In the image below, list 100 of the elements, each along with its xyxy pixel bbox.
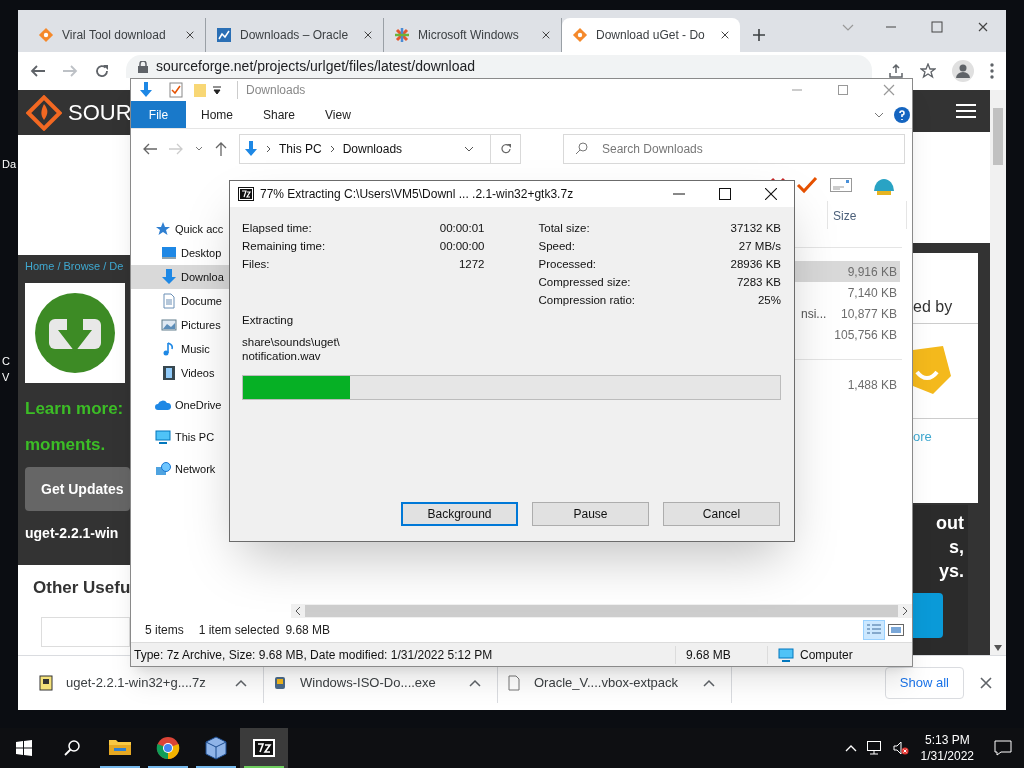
film-icon [161,365,177,381]
close-icon[interactable] [541,30,551,40]
up-arrow-icon[interactable] [215,142,227,156]
checklist-icon[interactable] [169,82,183,98]
document-icon [506,675,522,691]
promo-heading: out [935,512,965,535]
scrollbar-thumb[interactable] [993,108,1003,165]
promo-text: Learn more: [25,398,125,420]
stat-label: Compression ratio: [538,293,635,309]
caret-up-icon[interactable] [235,679,247,687]
muted-speaker-icon[interactable] [892,741,909,755]
chevron-down-icon[interactable] [874,110,884,119]
ribbon-tab[interactable]: Share [248,101,311,128]
download-arrow-icon[interactable] [139,82,153,98]
breadcrumb-item[interactable]: Downloads [342,140,403,158]
star-icon [155,221,171,237]
image-icon [161,317,177,333]
status-text: 1 item selected [198,622,280,639]
refresh-icon[interactable] [499,143,512,155]
windows-start-icon[interactable] [16,740,32,756]
address-field[interactable]: sourceforge.net/projects/urlget/files/latest/download [126,55,872,78]
dialog-button[interactable]: Pause [532,502,649,526]
address-field[interactable]: This PC Downloads [239,134,521,164]
reload-icon[interactable] [94,63,110,79]
chevron-right-icon [266,145,271,153]
horizontal-scrollbar[interactable] [291,604,912,618]
promo-text: moments. [25,434,107,456]
card-icon[interactable] [830,178,852,192]
desktop-icon-label[interactable]: Da [2,157,17,171]
scrollbar[interactable] [990,90,1006,655]
notification-icon[interactable] [994,740,1012,756]
column-header[interactable]: Size [827,201,907,229]
menu-icon[interactable] [956,102,976,119]
stat-value: 1272 [458,257,485,273]
ribbon-tab[interactable]: Home [186,101,248,128]
promo-heading: s, [948,536,965,559]
stat-value: 00:00:00 [439,239,485,255]
close-icon[interactable] [185,30,195,40]
dropdown-icon[interactable] [213,86,221,94]
chevron-right-icon [329,145,335,153]
clock[interactable]: 5:13 PM 1/31/2022 [920,732,974,764]
caret-up-icon[interactable] [703,679,715,687]
search-icon [575,142,588,155]
desktop-icon-label[interactable]: V [2,370,10,384]
search-icon[interactable] [64,740,80,756]
file-name[interactable]: uget-2.2.1-win [25,523,130,544]
stat-value: 37132 KB [730,221,781,237]
help-icon[interactable] [894,106,910,123]
file-path: share\sounds\uget\ notification.wav [242,335,341,363]
ribbon-tab[interactable]: File [131,101,186,128]
archive-app-icon [238,187,254,201]
get-updates-button[interactable]: Get Updates [25,467,130,511]
menu-dots-icon[interactable] [990,63,994,79]
chevron-up-icon[interactable] [844,744,857,752]
close-icon[interactable] [363,30,373,40]
breadcrumb-item[interactable]: This PC [279,140,322,158]
caret-up-icon[interactable] [469,679,481,687]
lock-icon [138,60,148,73]
stat-label: Elapsed time: [242,221,312,237]
download-logo-icon [34,292,116,374]
checkmark-icon[interactable] [796,176,818,194]
browser-logo-icon [156,736,180,760]
plus-icon[interactable] [752,28,766,42]
network-icon[interactable] [866,741,883,755]
archive-app-icon [252,736,276,760]
desktop-icon-label[interactable]: C [2,354,10,368]
ribbon-tab[interactable]: View [310,101,366,128]
stat-value: 28936 KB [730,257,781,273]
section-title: Other Usefu [33,577,130,599]
chevron-down-icon[interactable] [195,146,203,152]
taskbar-app[interactable] [240,728,288,768]
breadcrumb[interactable]: Home / Browse / De [25,259,130,273]
star-icon[interactable] [920,63,936,79]
chevron-down-icon[interactable] [464,146,474,152]
computer-icon [778,647,794,662]
stat-value: 00:00:01 [439,221,485,237]
back-arrow-icon[interactable] [143,143,157,155]
back-arrow-icon[interactable] [30,63,46,79]
details-location: Computer [800,646,853,664]
close-icon[interactable] [980,677,992,689]
stat-value: 7283 KB [736,275,781,291]
network-globe-icon [155,461,171,477]
dialog-button[interactable]: Cancel [663,502,780,526]
chart-icon [216,27,232,43]
profile-icon[interactable] [952,60,974,82]
scroll-down-arrow-icon[interactable] [994,645,1002,651]
share-icon[interactable] [888,63,904,79]
browser-tab[interactable]: Download uGet - Do [562,18,740,52]
site-logo-text: SOUR [68,99,130,127]
close-icon[interactable] [720,30,730,40]
stat-label: Total size: [538,221,590,237]
stat-value: 25% [757,293,781,309]
large-icons-view-icon[interactable] [888,624,904,636]
dialog-button[interactable]: Background [401,502,518,526]
status-text: Extracting [242,313,295,328]
stat-label: Processed: [538,257,597,273]
details-size: 9.68 MB [676,645,768,664]
installer-icon [272,675,288,691]
search-field[interactable]: Search Downloads [563,134,905,164]
file-size: 1,488 KB [846,376,897,394]
